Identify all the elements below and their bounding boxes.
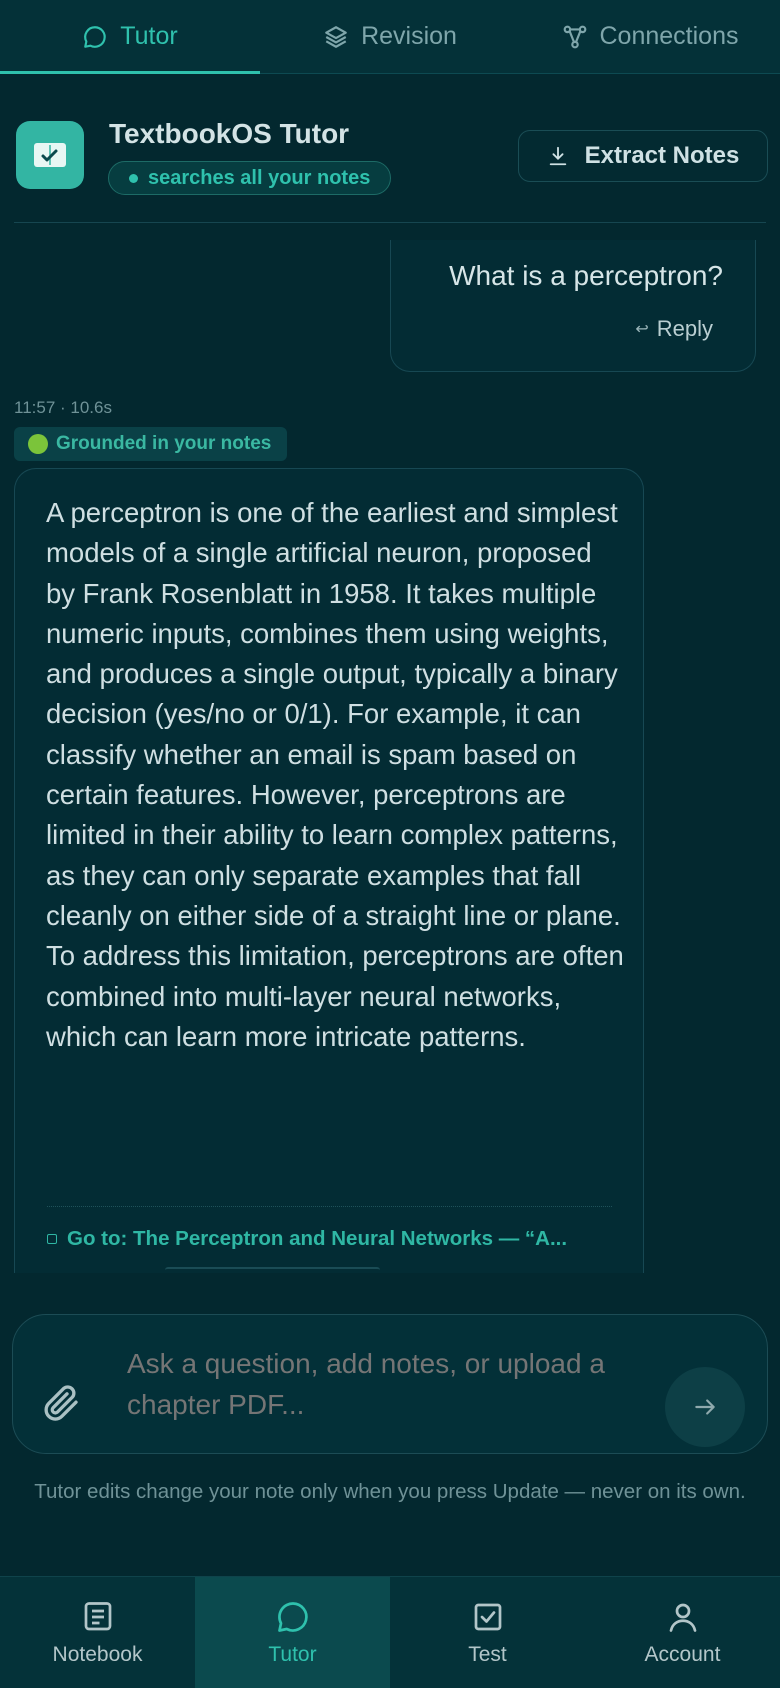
grounded-badge: Grounded in your notes — [14, 427, 288, 461]
layers-icon — [325, 25, 347, 48]
search-scope-badge: searches all your notes — [108, 161, 392, 195]
tab-tutor[interactable]: Tutor — [0, 0, 260, 74]
message-input[interactable] — [127, 1343, 667, 1425]
composer-footnote: Tutor edits change your note only when y… — [34, 1480, 746, 1503]
arrow-right-icon — [695, 1399, 715, 1415]
answer-divider — [47, 1206, 612, 1207]
tutor-header: TextbookOS Tutor searches all your notes… — [14, 118, 768, 218]
nav-notebook[interactable]: Notebook — [0, 1577, 195, 1688]
nav-test-label: Test — [468, 1643, 507, 1666]
extract-notes-button[interactable]: Extract Notes — [518, 130, 768, 182]
chat-bubble-icon — [277, 1602, 308, 1632]
assistant-message-bubble: A perceptron is one of the earliest and … — [14, 468, 644, 1273]
app-logo — [16, 121, 84, 189]
person-icon — [669, 1603, 696, 1632]
tutor-screen: Tutor Revision Connections TextbookOS Tu… — [0, 0, 780, 1688]
tab-tutor-label: Tutor — [120, 22, 178, 50]
checkbox-icon — [474, 1603, 501, 1631]
scroll-indicator — [165, 1267, 380, 1273]
download-icon — [549, 146, 566, 166]
reply-button[interactable]: ↩ Reply — [635, 316, 713, 342]
goto-source-link[interactable]: Go to: The Perceptron and Neural Network… — [47, 1227, 567, 1251]
graph-nodes-icon — [563, 25, 586, 48]
send-button[interactable] — [665, 1367, 745, 1447]
top-tab-bar: Tutor Revision Connections — [0, 0, 780, 74]
nav-tutor-label: Tutor — [268, 1643, 317, 1666]
goto-source-label: Go to: The Perceptron and Neural Network… — [67, 1227, 568, 1250]
bottom-nav: Notebook Tutor Test Account — [0, 1576, 780, 1688]
reply-arrow-icon: ↩ — [635, 321, 649, 338]
tab-revision-label: Revision — [361, 22, 457, 50]
reply-label: Reply — [656, 316, 713, 341]
status-dot-icon — [129, 173, 138, 183]
nav-tutor[interactable]: Tutor — [195, 1577, 390, 1688]
search-scope-label: searches all your notes — [148, 166, 371, 189]
tab-connections[interactable]: Connections — [520, 0, 780, 73]
user-message-bubble: What is a perceptron? ↩ Reply — [390, 240, 756, 372]
header-divider — [14, 222, 766, 223]
assistant-answer-text: A perceptron is one of the earliest and … — [46, 497, 624, 1052]
user-message-text: What is a perceptron? — [449, 260, 723, 291]
nav-account-label: Account — [644, 1643, 721, 1666]
book-check-icon — [34, 143, 66, 167]
tab-connections-label: Connections — [599, 22, 739, 50]
extract-notes-label: Extract Notes — [584, 142, 740, 169]
green-circle-icon — [28, 434, 48, 454]
nav-notebook-label: Notebook — [52, 1643, 143, 1666]
message-meta: 11:57 · 10.6s — [14, 398, 112, 417]
paperclip-icon[interactable] — [41, 1383, 81, 1423]
square-icon — [47, 1234, 57, 1244]
chat-bubble-icon — [84, 25, 107, 48]
tab-revision[interactable]: Revision — [260, 0, 520, 73]
notebook-icon — [84, 1602, 111, 1631]
nav-test[interactable]: Test — [390, 1577, 585, 1688]
nav-account[interactable]: Account — [585, 1577, 780, 1688]
app-title: TextbookOS Tutor — [109, 118, 350, 149]
message-composer — [12, 1314, 768, 1454]
grounded-label: Grounded in your notes — [56, 433, 272, 454]
